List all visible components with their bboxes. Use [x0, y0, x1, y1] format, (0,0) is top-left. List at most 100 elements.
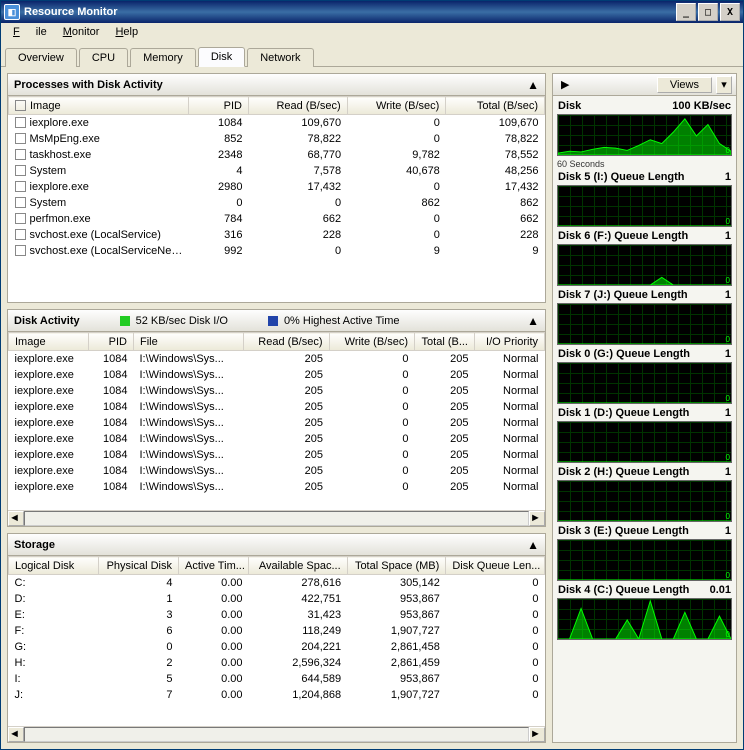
col-image[interactable]: Image: [9, 97, 189, 115]
table-row[interactable]: System00862862: [9, 195, 545, 211]
checkbox[interactable]: [15, 133, 26, 144]
horizontal-scrollbar[interactable]: ◄►: [8, 510, 545, 526]
chart-title: Disk 0 (G:) Queue Length: [558, 348, 690, 360]
col-total[interactable]: Total (B/sec): [446, 97, 545, 115]
table-row[interactable]: iexplore.exe1084109,6700109,670: [9, 115, 545, 131]
chart-title: Disk 5 (I:) Queue Length: [558, 171, 685, 183]
io-color-icon: [120, 316, 130, 326]
table-row[interactable]: D:10.00422,751953,8670: [9, 591, 545, 607]
chart-value: 1: [725, 466, 731, 478]
disk-activity-panel: Disk Activity 52 KB/sec Disk I/O 0% High…: [7, 309, 546, 527]
table-row[interactable]: iexplore.exe298017,432017,432: [9, 179, 545, 195]
col-file[interactable]: File: [134, 333, 244, 351]
table-row[interactable]: iexplore.exe1084I:\Windows\Sys...2050205…: [9, 399, 545, 415]
col-pid[interactable]: PID: [89, 333, 134, 351]
table-row[interactable]: G:00.00204,2212,861,4580: [9, 639, 545, 655]
chart-value: 1: [725, 348, 731, 360]
mini-chart: 0: [557, 539, 732, 581]
col-read[interactable]: Read (B/sec): [249, 97, 348, 115]
menu-monitor[interactable]: Monitor: [55, 24, 108, 40]
table-row[interactable]: iexplore.exe1084I:\Windows\Sys...2050205…: [9, 415, 545, 431]
tab-cpu[interactable]: CPU: [79, 48, 128, 67]
close-button[interactable]: X: [720, 3, 740, 21]
storage-table: Logical Disk Physical Disk Active Tim...…: [8, 556, 545, 703]
table-row[interactable]: F:60.00118,2491,907,7270: [9, 623, 545, 639]
collapse-icon[interactable]: ▲: [527, 314, 539, 328]
processes-table: Image PID Read (B/sec) Write (B/sec) Tot…: [8, 96, 545, 259]
app-icon: ◧: [4, 4, 20, 20]
tab-network[interactable]: Network: [247, 48, 313, 67]
col-total-space[interactable]: Total Space (MB): [347, 557, 446, 575]
storage-header[interactable]: Storage ▲: [8, 534, 545, 556]
checkbox[interactable]: [15, 229, 26, 240]
processes-panel-header[interactable]: Processes with Disk Activity ▲: [8, 74, 545, 96]
table-row[interactable]: System47,57840,67848,256: [9, 163, 545, 179]
col-pid[interactable]: PID: [189, 97, 249, 115]
views-dropdown-icon[interactable]: ▾: [716, 76, 732, 94]
checkbox[interactable]: [15, 117, 26, 128]
checkbox[interactable]: [15, 245, 26, 256]
titlebar[interactable]: ◧ Resource Monitor _ □ X: [1, 1, 743, 23]
col-priority[interactable]: I/O Priority: [475, 333, 545, 351]
table-row[interactable]: svchost.exe (LocalService)3162280228: [9, 227, 545, 243]
checkbox-all[interactable]: [15, 100, 26, 111]
chart-title: Disk 7 (J:) Queue Length: [558, 289, 688, 301]
col-write[interactable]: Write (B/sec): [347, 97, 446, 115]
checkbox[interactable]: [15, 181, 26, 192]
table-row[interactable]: iexplore.exe1084I:\Windows\Sys...2050205…: [9, 367, 545, 383]
col-image[interactable]: Image: [9, 333, 89, 351]
col-physical-disk[interactable]: Physical Disk: [99, 557, 179, 575]
table-row[interactable]: iexplore.exe1084I:\Windows\Sys...2050205…: [9, 431, 545, 447]
io-rate: 52 KB/sec Disk I/O: [136, 315, 228, 327]
col-logical-disk[interactable]: Logical Disk: [9, 557, 99, 575]
mini-chart: 0: [557, 480, 732, 522]
table-row[interactable]: iexplore.exe1084I:\Windows\Sys...2050205…: [9, 447, 545, 463]
disk-activity-header[interactable]: Disk Activity 52 KB/sec Disk I/O 0% High…: [8, 310, 545, 332]
col-queue-length[interactable]: Disk Queue Len...: [446, 557, 545, 575]
menubar: File Monitor Help: [1, 23, 743, 41]
col-active-time[interactable]: Active Tim...: [179, 557, 249, 575]
tab-disk[interactable]: Disk: [198, 47, 245, 67]
minimize-button[interactable]: _: [676, 3, 696, 21]
mini-chart: 0: [557, 362, 732, 404]
mini-chart: 0: [557, 421, 732, 463]
views-button[interactable]: Views: [657, 77, 712, 93]
charts-pane: ▶ Views ▾ Disk100 KB/sec060 SecondsDisk …: [552, 73, 737, 743]
collapse-icon[interactable]: ▲: [527, 78, 539, 92]
table-row[interactable]: I:50.00644,589953,8670: [9, 671, 545, 687]
col-read[interactable]: Read (B/sec): [244, 333, 330, 351]
tab-memory[interactable]: Memory: [130, 48, 196, 67]
checkbox[interactable]: [15, 197, 26, 208]
time-axis-label: 60 Seconds: [557, 159, 732, 169]
table-row[interactable]: H:20.002,596,3242,861,4590: [9, 655, 545, 671]
menu-help[interactable]: Help: [107, 24, 146, 40]
table-row[interactable]: C:40.00278,616305,1420: [9, 575, 545, 591]
tabbar: Overview CPU Memory Disk Network: [1, 45, 743, 67]
horizontal-scrollbar[interactable]: ◄►: [8, 726, 545, 742]
maximize-button[interactable]: □: [698, 3, 718, 21]
table-row[interactable]: iexplore.exe1084I:\Windows\Sys...2050205…: [9, 479, 545, 495]
chart-title: Disk 3 (E:) Queue Length: [558, 525, 689, 537]
chart-title: Disk: [558, 100, 581, 112]
table-row[interactable]: E:30.0031,423953,8670: [9, 607, 545, 623]
col-available[interactable]: Available Spac...: [249, 557, 348, 575]
checkbox[interactable]: [15, 165, 26, 176]
menu-file[interactable]: File: [5, 24, 55, 40]
col-write[interactable]: Write (B/sec): [329, 333, 415, 351]
table-row[interactable]: svchost.exe (LocalServiceNetwo...992099: [9, 243, 545, 259]
table-row[interactable]: iexplore.exe1084I:\Windows\Sys...2050205…: [9, 463, 545, 479]
table-row[interactable]: iexplore.exe1084I:\Windows\Sys...2050205…: [9, 383, 545, 399]
tab-overview[interactable]: Overview: [5, 48, 77, 67]
checkbox[interactable]: [15, 149, 26, 160]
chart-value: 1: [725, 230, 731, 242]
collapse-icon[interactable]: ▲: [527, 538, 539, 552]
table-row[interactable]: J:70.001,204,8681,907,7270: [9, 687, 545, 703]
col-total[interactable]: Total (B...: [415, 333, 475, 351]
table-row[interactable]: taskhost.exe234868,7709,78278,552: [9, 147, 545, 163]
table-row[interactable]: perfmon.exe7846620662: [9, 211, 545, 227]
table-row[interactable]: MsMpEng.exe85278,822078,822: [9, 131, 545, 147]
play-icon[interactable]: ▶: [561, 78, 569, 91]
mini-chart: 0: [557, 185, 732, 227]
checkbox[interactable]: [15, 213, 26, 224]
table-row[interactable]: iexplore.exe1084I:\Windows\Sys...2050205…: [9, 351, 545, 367]
